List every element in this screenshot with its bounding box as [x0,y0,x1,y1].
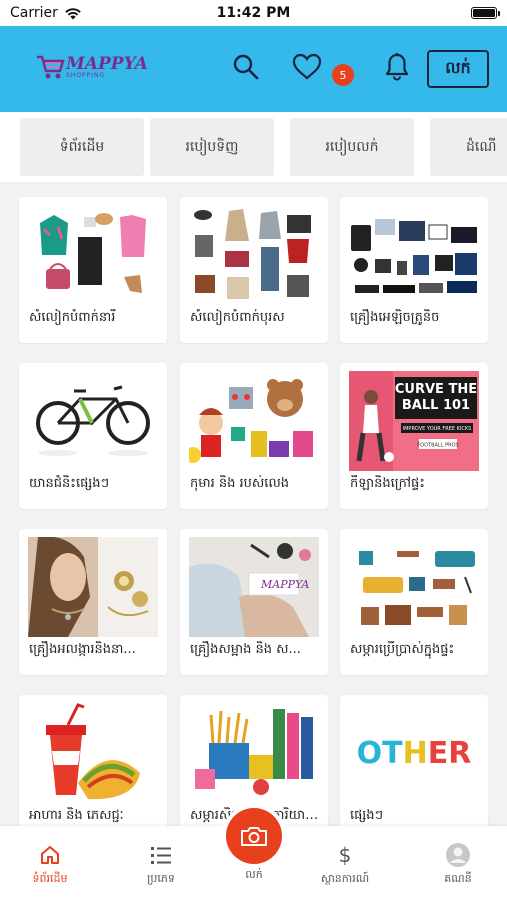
heart-icon [292,53,322,80]
category-label: គ្រឿងអេឡិចត្រូនិច [350,310,440,325]
category-card-cosmetics[interactable]: MAPPYA គ្រឿងសម្អាង និង ស... [180,529,328,675]
search-button[interactable] [231,52,261,82]
app-header: MAPPYA SHOPPING 5 លក់ [0,26,507,112]
avatar-icon [446,843,470,867]
nav-finance-label: ស្ថានការណ៍ [320,872,370,885]
favorites-button[interactable] [292,52,322,82]
stationery-image [189,703,319,803]
category-card-other[interactable]: OTHER ផ្សេងៗ [340,695,488,841]
wifi-icon [65,7,81,19]
electronics-image [349,205,479,305]
logo-subtitle: SHOPPING [66,72,106,79]
category-label: គ្រឿងអលង្ការនិងនា... [29,642,136,657]
dollar-icon: $ [339,843,352,867]
sports-banner-line2: BALL 101 [402,398,470,413]
home-icon [41,846,59,864]
nav-home[interactable]: ទំព័រដើម [5,842,95,888]
sports-banner-line1: CURVE THE [395,382,477,397]
battery-icon [471,7,500,19]
nav-finance[interactable]: $ ស្ថានការណ៍ [300,842,390,888]
sports-banner-line3: IMPROVE YOUR FREE KICKS [403,426,472,432]
nav-account[interactable]: គណនី [413,842,503,888]
nav-category-label: ប្រភេទ [147,872,175,885]
category-card-food[interactable]: អាហារ និង ភេសជ្ជៈ [19,695,167,841]
category-label: កីឡានិងក្រៅផ្ទះ [350,476,425,491]
svg-text:$: $ [339,843,352,867]
camera-icon [241,827,267,846]
toys-image [189,371,319,471]
cosmetics-logo-text: MAPPYA [260,578,309,591]
nav-account-label: គណនី [444,872,472,885]
category-label: គ្រឿងសម្អាង និង ស... [190,642,301,657]
bell-icon [385,53,409,81]
sell-button[interactable]: លក់ [427,50,489,88]
food-image [28,703,158,803]
cart-icon [37,55,65,79]
bicycle-image [28,371,158,471]
womens-clothing-image [28,205,158,305]
logo[interactable]: MAPPYA SHOPPING [0,26,150,112]
mens-clothing-image [189,205,319,305]
category-label: អាហារ និង ភេសជ្ជៈ [29,808,124,823]
list-icon [151,847,171,864]
category-label: សម្ភារប្រើប្រាស់ក្នុងផ្ទះ [350,642,455,657]
status-left: Carrier [10,5,170,21]
sports-image: CURVE THE BALL 101 IMPROVE YOUR FREE KIC… [349,371,479,471]
sports-banner-line4: FOOTBALL PROS [417,443,458,449]
clock: 11:42 PM [216,5,291,21]
category-card-electronics[interactable]: គ្រឿងអេឡិចត្រូនិច [340,197,488,343]
category-card-womens-clothing[interactable]: សំលៀកបំពាក់នារី [19,197,167,343]
carrier-label: Carrier [10,5,58,21]
category-label: កុមារ និង របស់លេង [190,476,290,491]
category-label: យានជំនិះផ្សេងៗ [29,476,110,491]
nav-category[interactable]: ប្រភេទ [116,842,206,888]
category-card-home-goods[interactable]: សម្ភារប្រើប្រាស់ក្នុងផ្ទះ [340,529,488,675]
camera-sell-button[interactable] [226,808,282,864]
status-right [337,7,500,19]
favorites-count-badge: 5 [332,64,354,86]
other-image: OTHER [349,703,479,803]
category-card-jewelry[interactable]: គ្រឿងអលង្ការនិងនា... [19,529,167,675]
notifications-button[interactable] [382,52,412,82]
category-card-toys[interactable]: កុមារ និង របស់លេង [180,363,328,509]
top-tabs: ទំព័រដើម របៀបទិញ របៀបលក់ ដំណើ [0,112,507,182]
logo-text: MAPPYA [66,54,148,74]
tab-how-to-sell[interactable]: របៀបលក់ [290,118,414,176]
category-label: សំលៀកបំពាក់បុរស [190,310,285,325]
tab-process[interactable]: ដំណើ [430,118,507,176]
tab-home[interactable]: ទំព័រដើម [20,118,144,176]
furniture-image [349,537,479,637]
category-label: សំលៀកបំពាក់នារី [29,310,116,325]
cosmetics-image: MAPPYA [189,537,319,637]
search-icon [233,54,259,80]
category-card-sports[interactable]: CURVE THE BALL 101 IMPROVE YOUR FREE KIC… [340,363,488,509]
nav-home-label: ទំព័រដើម [32,872,68,885]
tab-how-to-buy[interactable]: របៀបទិញ [150,118,274,176]
category-label: ផ្សេងៗ [350,808,384,823]
nav-sell-label: លក់ [245,868,263,881]
other-image-text: OTHER [357,736,472,771]
category-card-vehicles[interactable]: យានជំនិះផ្សេងៗ [19,363,167,509]
status-bar: Carrier 11:42 PM [0,0,507,26]
category-card-mens-clothing[interactable]: សំលៀកបំពាក់បុរស [180,197,328,343]
jewelry-image [28,537,158,637]
